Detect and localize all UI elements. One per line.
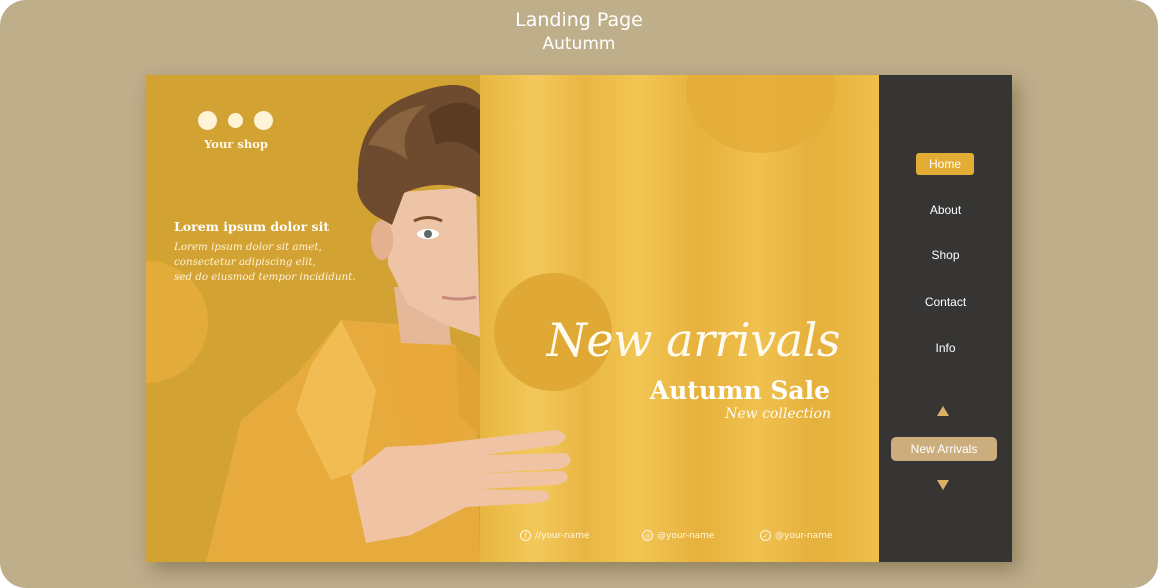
shop-name: Your shop [204, 137, 268, 151]
social-instagram-link[interactable]: ◎ @your-name [642, 530, 714, 541]
nav-item-shop[interactable]: Shop [879, 248, 1012, 262]
arrow-down-icon[interactable] [937, 480, 949, 490]
page-subtitle: Autumm [542, 34, 616, 54]
promo-subline: New collection [725, 406, 831, 422]
intro-line: consectetur adipiscing elit, [174, 256, 316, 268]
intro-text: Lorem ipsum dolor sit amet, consectetur … [174, 240, 374, 285]
logo-dot [198, 111, 217, 130]
promo-sale-title: Autumn Sale [649, 376, 830, 405]
landing-page-mockup: Your shop Lorem ipsum dolor sit Lorem ip… [146, 75, 1012, 562]
presentation-frame: Landing Page Autumm Your shop Lorem ipsu… [0, 0, 1158, 588]
new-arrivals-button[interactable]: New Arrivals [891, 437, 997, 461]
facebook-icon: f [520, 530, 531, 541]
intro-heading: Lorem ipsum dolor sit [174, 219, 330, 234]
hero-banner: Your shop Lorem ipsum dolor sit Lorem ip… [146, 75, 879, 562]
intro-line: Lorem ipsum dolor sit amet, [174, 241, 322, 253]
sidebar-nav: Home About Shop Contact Info New Arrival… [879, 75, 1012, 562]
intro-line: sed do eiusmod tempor incididunt. [174, 271, 356, 283]
promo-headline: New arrivals [546, 313, 841, 367]
nav-item-contact[interactable]: Contact [879, 295, 1012, 309]
nav-item-info[interactable]: Info [879, 341, 1012, 355]
page-title: Landing Page [515, 9, 643, 31]
social-handle: //your-name [535, 530, 590, 541]
logo-dot [254, 111, 273, 130]
nav-item-about[interactable]: About [879, 203, 1012, 217]
logo-dot [228, 113, 243, 128]
twitter-icon: ✓ [760, 530, 771, 541]
arrow-up-icon[interactable] [937, 406, 949, 416]
social-handle: @your-name [657, 530, 715, 541]
social-handle: @your-name [775, 530, 833, 541]
social-facebook-link[interactable]: f //your-name [520, 530, 590, 541]
nav-item-home[interactable]: Home [916, 153, 974, 175]
social-twitter-link[interactable]: ✓ @your-name [760, 530, 832, 541]
instagram-icon: ◎ [642, 530, 653, 541]
